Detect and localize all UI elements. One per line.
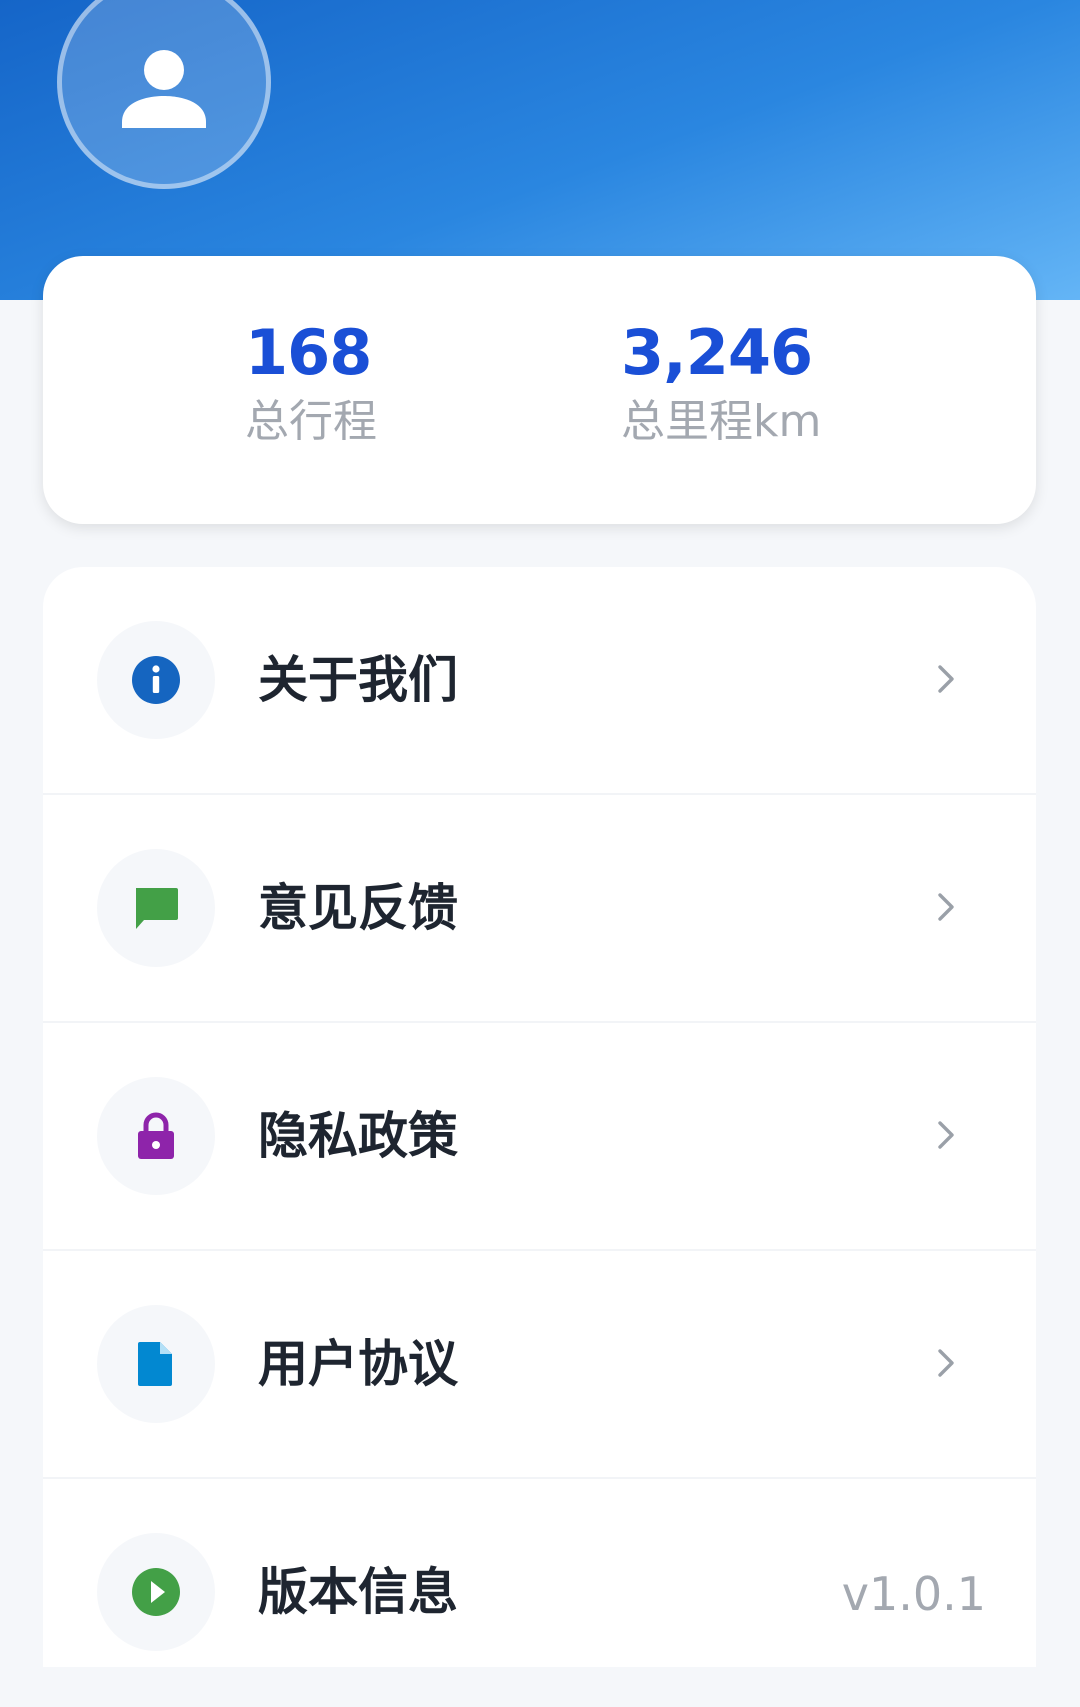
menu-icon-wrap xyxy=(97,621,215,739)
lock-icon xyxy=(138,1112,174,1159)
profile-header xyxy=(0,0,1080,300)
menu-icon-wrap xyxy=(97,1305,215,1423)
avatar[interactable] xyxy=(57,0,271,189)
menu-item-label: 意见反馈 xyxy=(258,879,458,937)
stat-label: 总里程km xyxy=(621,396,822,447)
stat-total-trips: 168 总行程 xyxy=(245,318,377,452)
chevron-right-icon xyxy=(938,1121,954,1149)
menu-item-label: 隐私政策 xyxy=(258,1107,458,1165)
menu-item-about[interactable]: 关于我们 xyxy=(43,567,1036,795)
chevron-right-icon xyxy=(938,893,954,921)
menu-item-user-agreement[interactable]: 用户协议 xyxy=(43,1251,1036,1479)
stat-value: 168 xyxy=(245,316,372,389)
play-icon xyxy=(132,1568,180,1616)
stat-total-distance: 3,246 总里程km xyxy=(621,318,821,452)
menu-item-label: 用户协议 xyxy=(258,1335,458,1393)
feedback-icon xyxy=(136,888,178,929)
stats-card: 168 总行程 3,246 总里程km xyxy=(43,256,1036,524)
stat-value: 3,246 xyxy=(621,316,813,389)
version-value: v1.0.1 xyxy=(841,1567,986,1621)
menu-item-label: 关于我们 xyxy=(258,651,458,709)
chevron-right-icon xyxy=(938,665,954,693)
menu-icon-wrap xyxy=(97,849,215,967)
stat-label: 总行程 xyxy=(245,396,377,447)
menu-icon-wrap xyxy=(97,1533,215,1651)
menu-list: 关于我们 意见反馈 隐私政策 用户协议 版本信息 v1.0.1 xyxy=(43,567,1036,1667)
chevron-right-icon xyxy=(938,1349,954,1377)
menu-item-label: 版本信息 xyxy=(258,1563,458,1621)
person-icon xyxy=(122,50,206,128)
menu-item-privacy[interactable]: 隐私政策 xyxy=(43,1023,1036,1251)
menu-icon-wrap xyxy=(97,1077,215,1195)
menu-item-feedback[interactable]: 意见反馈 xyxy=(43,795,1036,1023)
document-icon xyxy=(138,1342,172,1386)
menu-item-version[interactable]: 版本信息 v1.0.1 xyxy=(43,1479,1036,1707)
info-icon xyxy=(132,656,180,704)
